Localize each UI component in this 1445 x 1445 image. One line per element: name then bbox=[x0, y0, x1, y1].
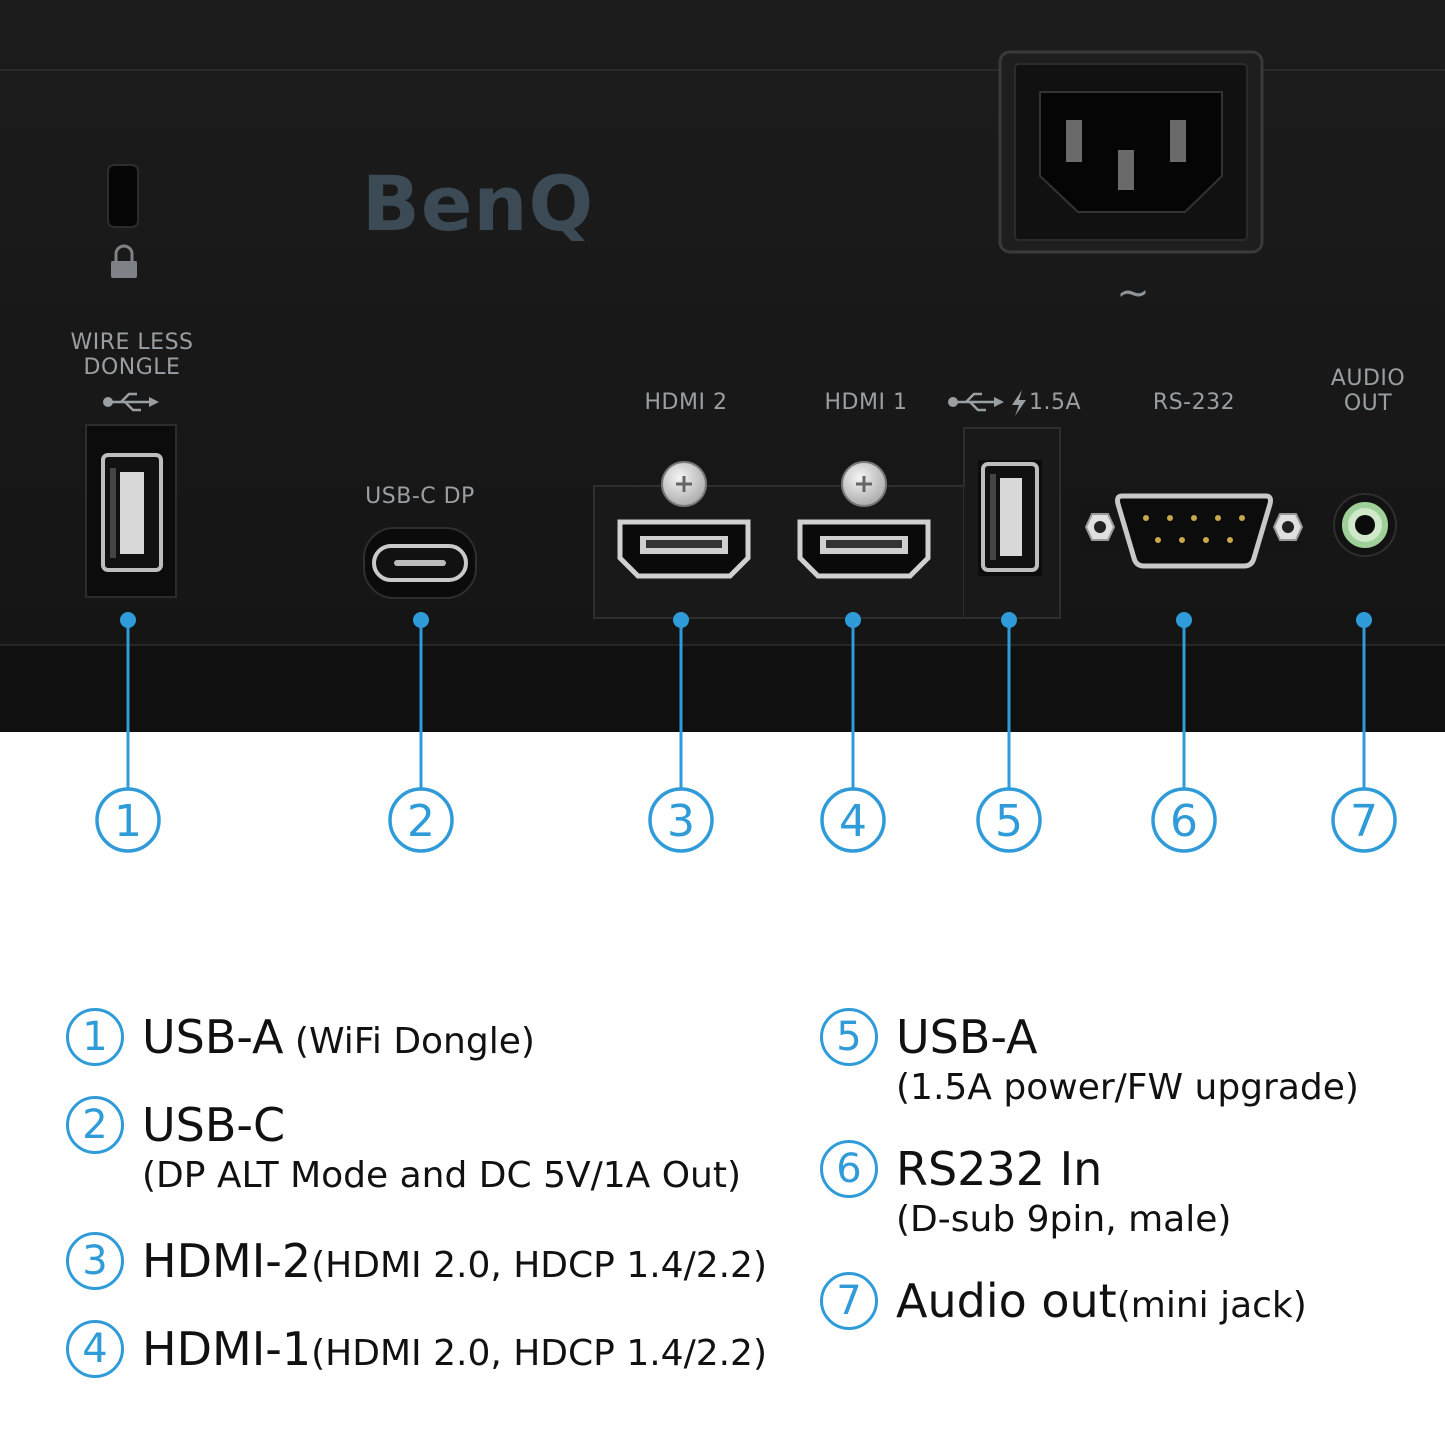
legend-name: RS232 In bbox=[896, 1142, 1103, 1196]
number-badge: 2 bbox=[66, 1096, 124, 1154]
label-usb-power: 1.5A bbox=[1029, 390, 1082, 415]
number-badge: 1 bbox=[66, 1008, 124, 1066]
legend-item-3: 3 HDMI-2(HDMI 2.0, HDCP 1.4/2.2) bbox=[66, 1232, 767, 1290]
leader-dot bbox=[845, 612, 861, 628]
legend-item-2: 2 USB-C (DP ALT Mode and DC 5V/1A Out) bbox=[66, 1096, 741, 1198]
legend-detail: (HDMI 2.0, HDCP 1.4/2.2) bbox=[311, 1333, 767, 1374]
legend-item-6: 6 RS232 In (D-sub 9pin, male) bbox=[820, 1140, 1231, 1242]
legend-detail: (mini jack) bbox=[1116, 1285, 1307, 1326]
legend-name: HDMI-1 bbox=[142, 1322, 312, 1376]
callout-number: 2 bbox=[407, 796, 435, 847]
audio-out-jack[interactable] bbox=[1333, 493, 1397, 557]
legend-item-5: 5 USB-A (1.5A power/FW upgrade) bbox=[820, 1008, 1359, 1110]
legend-item-7: 7 Audio out(mini jack) bbox=[820, 1272, 1307, 1330]
callout-number: 1 bbox=[114, 796, 142, 847]
callout-number: 4 bbox=[839, 796, 867, 847]
usb-a-power-port[interactable] bbox=[978, 460, 1042, 576]
security-slot bbox=[107, 164, 139, 228]
number-badge: 4 bbox=[66, 1320, 124, 1378]
label-usb-c: USB-C DP bbox=[365, 484, 475, 509]
callout-number: 7 bbox=[1350, 796, 1378, 847]
legend-name: USB-A bbox=[896, 1010, 1038, 1064]
callout-number: 5 bbox=[995, 796, 1023, 847]
label-line: DONGLE bbox=[83, 355, 181, 380]
label-rs232: RS-232 bbox=[1152, 390, 1236, 415]
leader-dot bbox=[413, 612, 429, 628]
projector-rear-panel: BenQ ~ 1 2 3 4 5 6 7 bbox=[0, 0, 1445, 853]
callout-number: 6 bbox=[1170, 796, 1198, 847]
number-badge: 6 bbox=[820, 1140, 878, 1198]
leader-dot bbox=[673, 612, 689, 628]
legend-detail: (WiFi Dongle) bbox=[283, 1021, 535, 1062]
legend-item-4: 4 HDMI-1(HDMI 2.0, HDCP 1.4/2.2) bbox=[66, 1320, 767, 1378]
number-badge: 7 bbox=[820, 1272, 878, 1330]
panel-bottom-lip bbox=[0, 645, 1445, 732]
ac-symbol: ~ bbox=[1116, 270, 1150, 316]
legend-name: USB-A bbox=[142, 1010, 284, 1064]
legend-detail: (D-sub 9pin, male) bbox=[896, 1199, 1232, 1240]
legend-name: Audio out bbox=[896, 1274, 1117, 1328]
leader-dot bbox=[1001, 612, 1017, 628]
usb-a-dongle-port[interactable] bbox=[85, 424, 177, 598]
leader-dot bbox=[120, 612, 136, 628]
leader-dot bbox=[1176, 612, 1192, 628]
power-inlet bbox=[998, 50, 1264, 254]
label-hdmi-2: HDMI 2 bbox=[644, 390, 728, 415]
legend-detail: (DP ALT Mode and DC 5V/1A Out) bbox=[142, 1155, 742, 1196]
label-line: OUT bbox=[1343, 391, 1393, 416]
callout-number: 3 bbox=[667, 796, 695, 847]
legend-name: USB-C bbox=[142, 1098, 286, 1152]
legend-name: HDMI-2 bbox=[142, 1234, 312, 1288]
leader-dot bbox=[1356, 612, 1372, 628]
label-line: AUDIO bbox=[1330, 366, 1406, 391]
number-badge: 3 bbox=[66, 1232, 124, 1290]
rs232-port[interactable] bbox=[1082, 493, 1306, 569]
label-wireless-dongle: WIRE LESS DONGLE bbox=[62, 330, 202, 380]
label-hdmi-1: HDMI 1 bbox=[824, 390, 908, 415]
usb-c-port[interactable] bbox=[363, 527, 477, 599]
brand-logo: BenQ bbox=[362, 159, 594, 248]
label-line: WIRE LESS bbox=[70, 330, 194, 355]
legend-detail: (HDMI 2.0, HDCP 1.4/2.2) bbox=[311, 1245, 767, 1286]
legend-item-1: 1 USB-A (WiFi Dongle) bbox=[66, 1008, 535, 1066]
label-audio-out: AUDIO OUT bbox=[1308, 366, 1428, 416]
legend-detail: (1.5A power/FW upgrade) bbox=[896, 1067, 1359, 1108]
number-badge: 5 bbox=[820, 1008, 878, 1066]
